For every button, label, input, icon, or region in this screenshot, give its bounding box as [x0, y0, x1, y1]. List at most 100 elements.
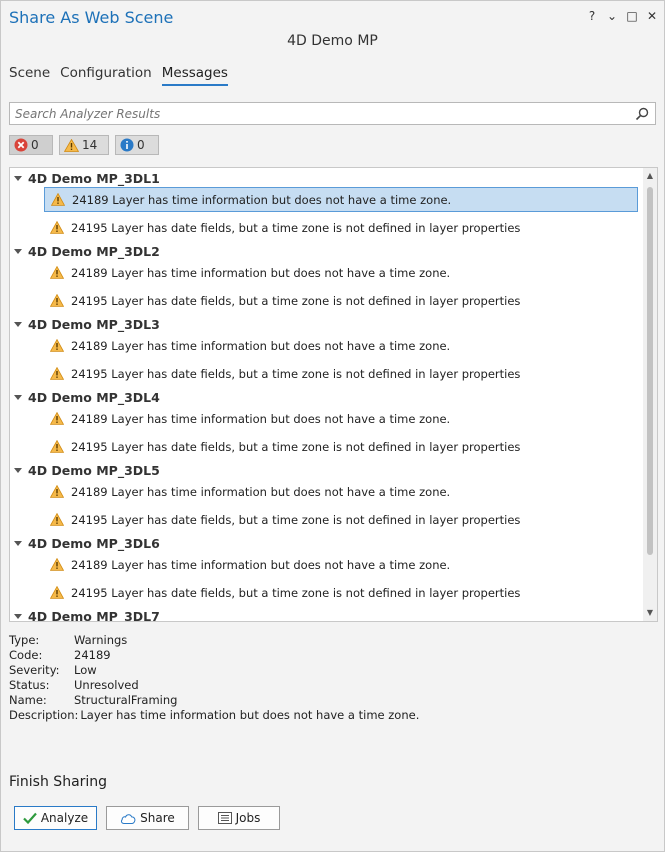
result-group: 4D Demo MP_3DL7	[10, 606, 657, 621]
result-group: 4D Demo MP_3DL5 24189 Layer has time info…	[10, 460, 657, 533]
jobs-list-icon	[217, 812, 232, 824]
results-scrollbar[interactable]: ▲ ▼	[643, 168, 657, 621]
group-header[interactable]: 4D Demo MP_3DL7	[14, 608, 160, 621]
message-row[interactable]: 24189 Layer has time information but doe…	[44, 406, 638, 431]
group-name: 4D Demo MP_3DL5	[28, 462, 160, 478]
jobs-label: Jobs	[235, 811, 261, 825]
detail-name-label: Name:	[9, 693, 47, 707]
detail-description-value: Layer has time information but does not …	[80, 708, 420, 722]
collapse-triangle-icon[interactable]	[14, 467, 22, 473]
group-header[interactable]: 4D Demo MP_3DL3	[14, 316, 160, 332]
message-row[interactable]: 24195 Layer has date fields, but a time …	[44, 288, 638, 313]
message-row[interactable]: 24189 Layer has time information but doe…	[44, 187, 638, 212]
warning-icon	[50, 294, 64, 307]
collapse-triangle-icon[interactable]	[14, 175, 22, 181]
warning-icon	[51, 193, 65, 206]
message-row[interactable]: 24195 Layer has date fields, but a time …	[44, 580, 638, 605]
checkmark-icon	[23, 812, 37, 824]
scroll-down-icon[interactable]: ▼	[646, 609, 654, 617]
share-button[interactable]: Share	[106, 806, 189, 830]
detail-code-label: Code:	[9, 648, 43, 662]
map-name: 4D Demo MP	[287, 33, 378, 49]
result-group: 4D Demo MP_3DL3 24189 Layer has time info…	[10, 314, 657, 387]
collapse-triangle-icon[interactable]	[14, 248, 22, 254]
group-name: 4D Demo MP_3DL1	[28, 170, 160, 186]
chevron-down-icon[interactable]: ⌄	[606, 9, 618, 23]
errors-count: 0	[31, 138, 39, 152]
collapse-triangle-icon[interactable]	[14, 613, 22, 619]
info-count: 0	[137, 138, 145, 152]
warning-icon	[50, 485, 64, 498]
message-text: 24195 Layer has date fields, but a time …	[71, 439, 521, 454]
group-header[interactable]: 4D Demo MP_3DL2	[14, 243, 160, 259]
tab-messages[interactable]: Messages	[161, 65, 228, 86]
result-group: 4D Demo MP_3DL4 24189 Layer has time info…	[10, 387, 657, 460]
collapse-triangle-icon[interactable]	[14, 321, 22, 327]
result-group: 4D Demo MP_3DL6 24189 Layer has time info…	[10, 533, 657, 606]
warning-icon	[50, 513, 64, 526]
collapse-triangle-icon[interactable]	[14, 394, 22, 400]
message-row[interactable]: 24195 Layer has date fields, but a time …	[44, 434, 638, 459]
info-filter-button[interactable]: 0	[115, 135, 159, 155]
info-icon	[120, 138, 134, 152]
detail-severity-label: Severity:	[9, 663, 60, 677]
tab-scene[interactable]: Scene	[9, 65, 50, 86]
group-header[interactable]: 4D Demo MP_3DL4	[14, 389, 160, 405]
errors-filter-button[interactable]: 0	[9, 135, 53, 155]
result-group: 4D Demo MP_3DL1 24189 Layer has time info…	[10, 168, 657, 241]
warning-icon	[50, 367, 64, 380]
message-text: 24189 Layer has time information but doe…	[71, 557, 451, 572]
analyze-button[interactable]: Analyze	[14, 806, 97, 830]
warning-icon	[50, 221, 64, 234]
warning-icon	[50, 339, 64, 352]
search-input[interactable]	[10, 103, 615, 125]
jobs-button[interactable]: Jobs	[198, 806, 280, 830]
search-icon[interactable]	[635, 107, 649, 121]
help-icon[interactable]: ?	[586, 9, 598, 23]
warning-icon	[50, 412, 64, 425]
message-row[interactable]: 24189 Layer has time information but doe…	[44, 260, 638, 285]
warnings-count: 14	[82, 138, 98, 152]
analyze-label: Analyze	[40, 811, 89, 825]
message-text: 24189 Layer has time information but doe…	[71, 265, 451, 280]
severity-filters: 0 14 0	[9, 135, 159, 155]
tab-strip: Scene Configuration Messages	[9, 65, 228, 86]
scroll-thumb[interactable]	[647, 187, 653, 555]
result-group: 4D Demo MP_3DL2 24189 Layer has time info…	[10, 241, 657, 314]
error-icon	[14, 138, 28, 152]
message-row[interactable]: 24195 Layer has date fields, but a time …	[44, 215, 638, 240]
detail-description-label: Description:	[9, 708, 79, 722]
detail-name-value: StructuralFraming	[74, 693, 178, 707]
warning-icon	[64, 138, 79, 152]
tab-configuration[interactable]: Configuration	[60, 65, 152, 86]
message-row[interactable]: 24189 Layer has time information but doe…	[44, 479, 638, 504]
message-text: 24195 Layer has date fields, but a time …	[71, 293, 521, 308]
collapse-triangle-icon[interactable]	[14, 540, 22, 546]
message-text: 24189 Layer has time information but doe…	[71, 338, 451, 353]
share-web-scene-pane: Share As Web Scene ? ⌄ □ ✕ 4D Demo MP Sc…	[0, 0, 665, 852]
results-groups: 4D Demo MP_3DL1 24189 Layer has time info…	[10, 168, 657, 621]
message-row[interactable]: 24195 Layer has date fields, but a time …	[44, 507, 638, 532]
message-row[interactable]: 24195 Layer has date fields, but a time …	[44, 361, 638, 386]
detail-status-label: Status:	[9, 678, 50, 692]
message-details: Type: Warnings Code: 24189 Severity: Low St…	[9, 633, 419, 723]
group-header[interactable]: 4D Demo MP_3DL6	[14, 535, 160, 551]
cloud-icon	[121, 813, 136, 824]
warning-icon	[50, 586, 64, 599]
warnings-filter-button[interactable]: 14	[59, 135, 109, 155]
message-row[interactable]: 24189 Layer has time information but doe…	[44, 333, 638, 358]
group-header[interactable]: 4D Demo MP_3DL1	[14, 170, 160, 186]
warning-icon	[50, 558, 64, 571]
message-text: 24195 Layer has date fields, but a time …	[71, 220, 521, 235]
detail-type-label: Type:	[9, 633, 40, 647]
group-header[interactable]: 4D Demo MP_3DL5	[14, 462, 160, 478]
close-icon[interactable]: ✕	[646, 9, 658, 23]
message-text: 24195 Layer has date fields, but a time …	[71, 366, 521, 381]
message-row[interactable]: 24189 Layer has time information but doe…	[44, 552, 638, 577]
pane-title: Share As Web Scene	[9, 8, 174, 27]
detail-status-value: Unresolved	[74, 678, 139, 692]
restore-icon[interactable]: □	[626, 9, 638, 23]
message-text: 24195 Layer has date fields, but a time …	[71, 512, 521, 527]
action-buttons: Analyze Share Jobs	[14, 806, 280, 830]
scroll-up-icon[interactable]: ▲	[646, 172, 654, 180]
